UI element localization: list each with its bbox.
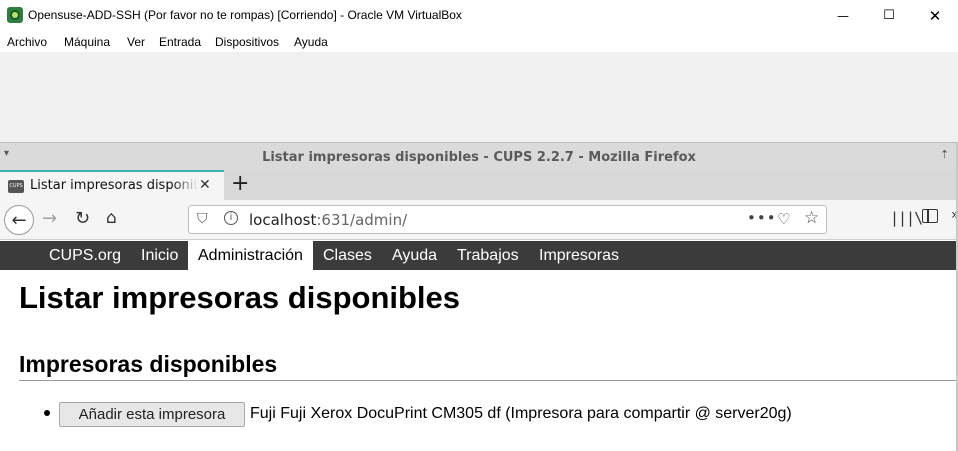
nav-trabajos[interactable]: Trabajos [447, 241, 529, 270]
nav-ayuda[interactable]: Ayuda [382, 241, 447, 270]
forward-button[interactable]: → [42, 208, 57, 229]
tab-close-icon[interactable]: ✕ [199, 177, 211, 193]
nav-impresoras[interactable]: Impresoras [529, 241, 629, 270]
minimize-button[interactable]: — [820, 0, 866, 31]
virtualbox-icon [7, 7, 23, 23]
tracking-shield-icon[interactable]: ⛉ [197, 211, 208, 227]
bookmark-star-icon[interactable]: ☆ [804, 208, 819, 228]
vbox-menu-bar: Archivo Máquina Ver Entrada Dispositivos… [0, 31, 958, 52]
firefox-window-title: Listar impresoras disponibles - CUPS 2.2… [262, 150, 696, 165]
url-text[interactable]: localhost:631/admin/ [249, 211, 407, 229]
nav-administracion[interactable]: Administración [188, 241, 313, 270]
maximize-button[interactable]: ☐ [866, 0, 912, 31]
close-button[interactable]: ✕ [912, 0, 958, 31]
list-bullet [44, 410, 50, 416]
pocket-icon[interactable]: ♡ [777, 210, 790, 228]
page-title: Listar impresoras disponibles [19, 280, 461, 315]
back-button[interactable]: ← [4, 205, 34, 235]
home-button[interactable]: ⌂ [106, 208, 117, 228]
tab-strip: CUPS Listar impresoras disponibles ✕ + [0, 170, 958, 200]
nav-inicio[interactable]: Inicio [131, 241, 188, 270]
menu-dispositivos[interactable]: Dispositivos [215, 35, 279, 49]
nav-clases[interactable]: Clases [313, 241, 382, 270]
printer-description: Fuji Fuji Xerox DocuPrint CM305 df (Impr… [250, 405, 792, 422]
section-divider [19, 380, 958, 381]
url-path: :631/admin/ [316, 211, 408, 229]
menu-maquina[interactable]: Máquina [64, 35, 110, 49]
menu-entrada[interactable]: Entrada [159, 35, 201, 49]
menu-ayuda[interactable]: Ayuda [294, 35, 328, 49]
tab-title: Listar impresoras disponibles [30, 178, 198, 193]
cups-navigation-bar: CUPS.org Inicio Administración Clases Ay… [0, 241, 958, 270]
site-info-icon[interactable]: i [224, 211, 238, 225]
guest-desktop-area [0, 52, 958, 142]
page-actions-icon[interactable]: ••• [747, 209, 777, 227]
firefox-title-bar: ▾ Listar impresoras disponibles - CUPS 2… [0, 142, 958, 170]
menu-ver[interactable]: Ver [127, 35, 145, 49]
library-icon[interactable]: |||\ [890, 209, 923, 227]
vbox-window-title: Opensuse-ADD-SSH (Por favor no te rompas… [28, 8, 462, 22]
window-shade-icon[interactable]: ⇡ [940, 148, 949, 161]
add-printer-button[interactable]: Añadir esta impresora [59, 402, 245, 427]
menu-archivo[interactable]: Archivo [7, 35, 47, 49]
nav-cups-org[interactable]: CUPS.org [39, 241, 131, 270]
navigation-toolbar: ← → ↻ ⌂ ⛉ i localhost:631/admin/ ••• ♡ ☆… [0, 200, 958, 240]
url-host: localhost [249, 211, 317, 229]
section-title: Impresoras disponibles [19, 351, 278, 377]
tab-listar-impresoras[interactable]: CUPS Listar impresoras disponibles ✕ [0, 170, 224, 200]
reload-button[interactable]: ↻ [75, 208, 90, 229]
vbox-title-bar: Opensuse-ADD-SSH (Por favor no te rompas… [0, 0, 958, 31]
sidebar-icon[interactable] [922, 209, 938, 223]
url-bar[interactable]: ⛉ i localhost:631/admin/ ••• ♡ ☆ [188, 205, 827, 234]
new-tab-button[interactable]: + [231, 171, 249, 196]
cups-favicon-icon: CUPS [8, 180, 24, 193]
